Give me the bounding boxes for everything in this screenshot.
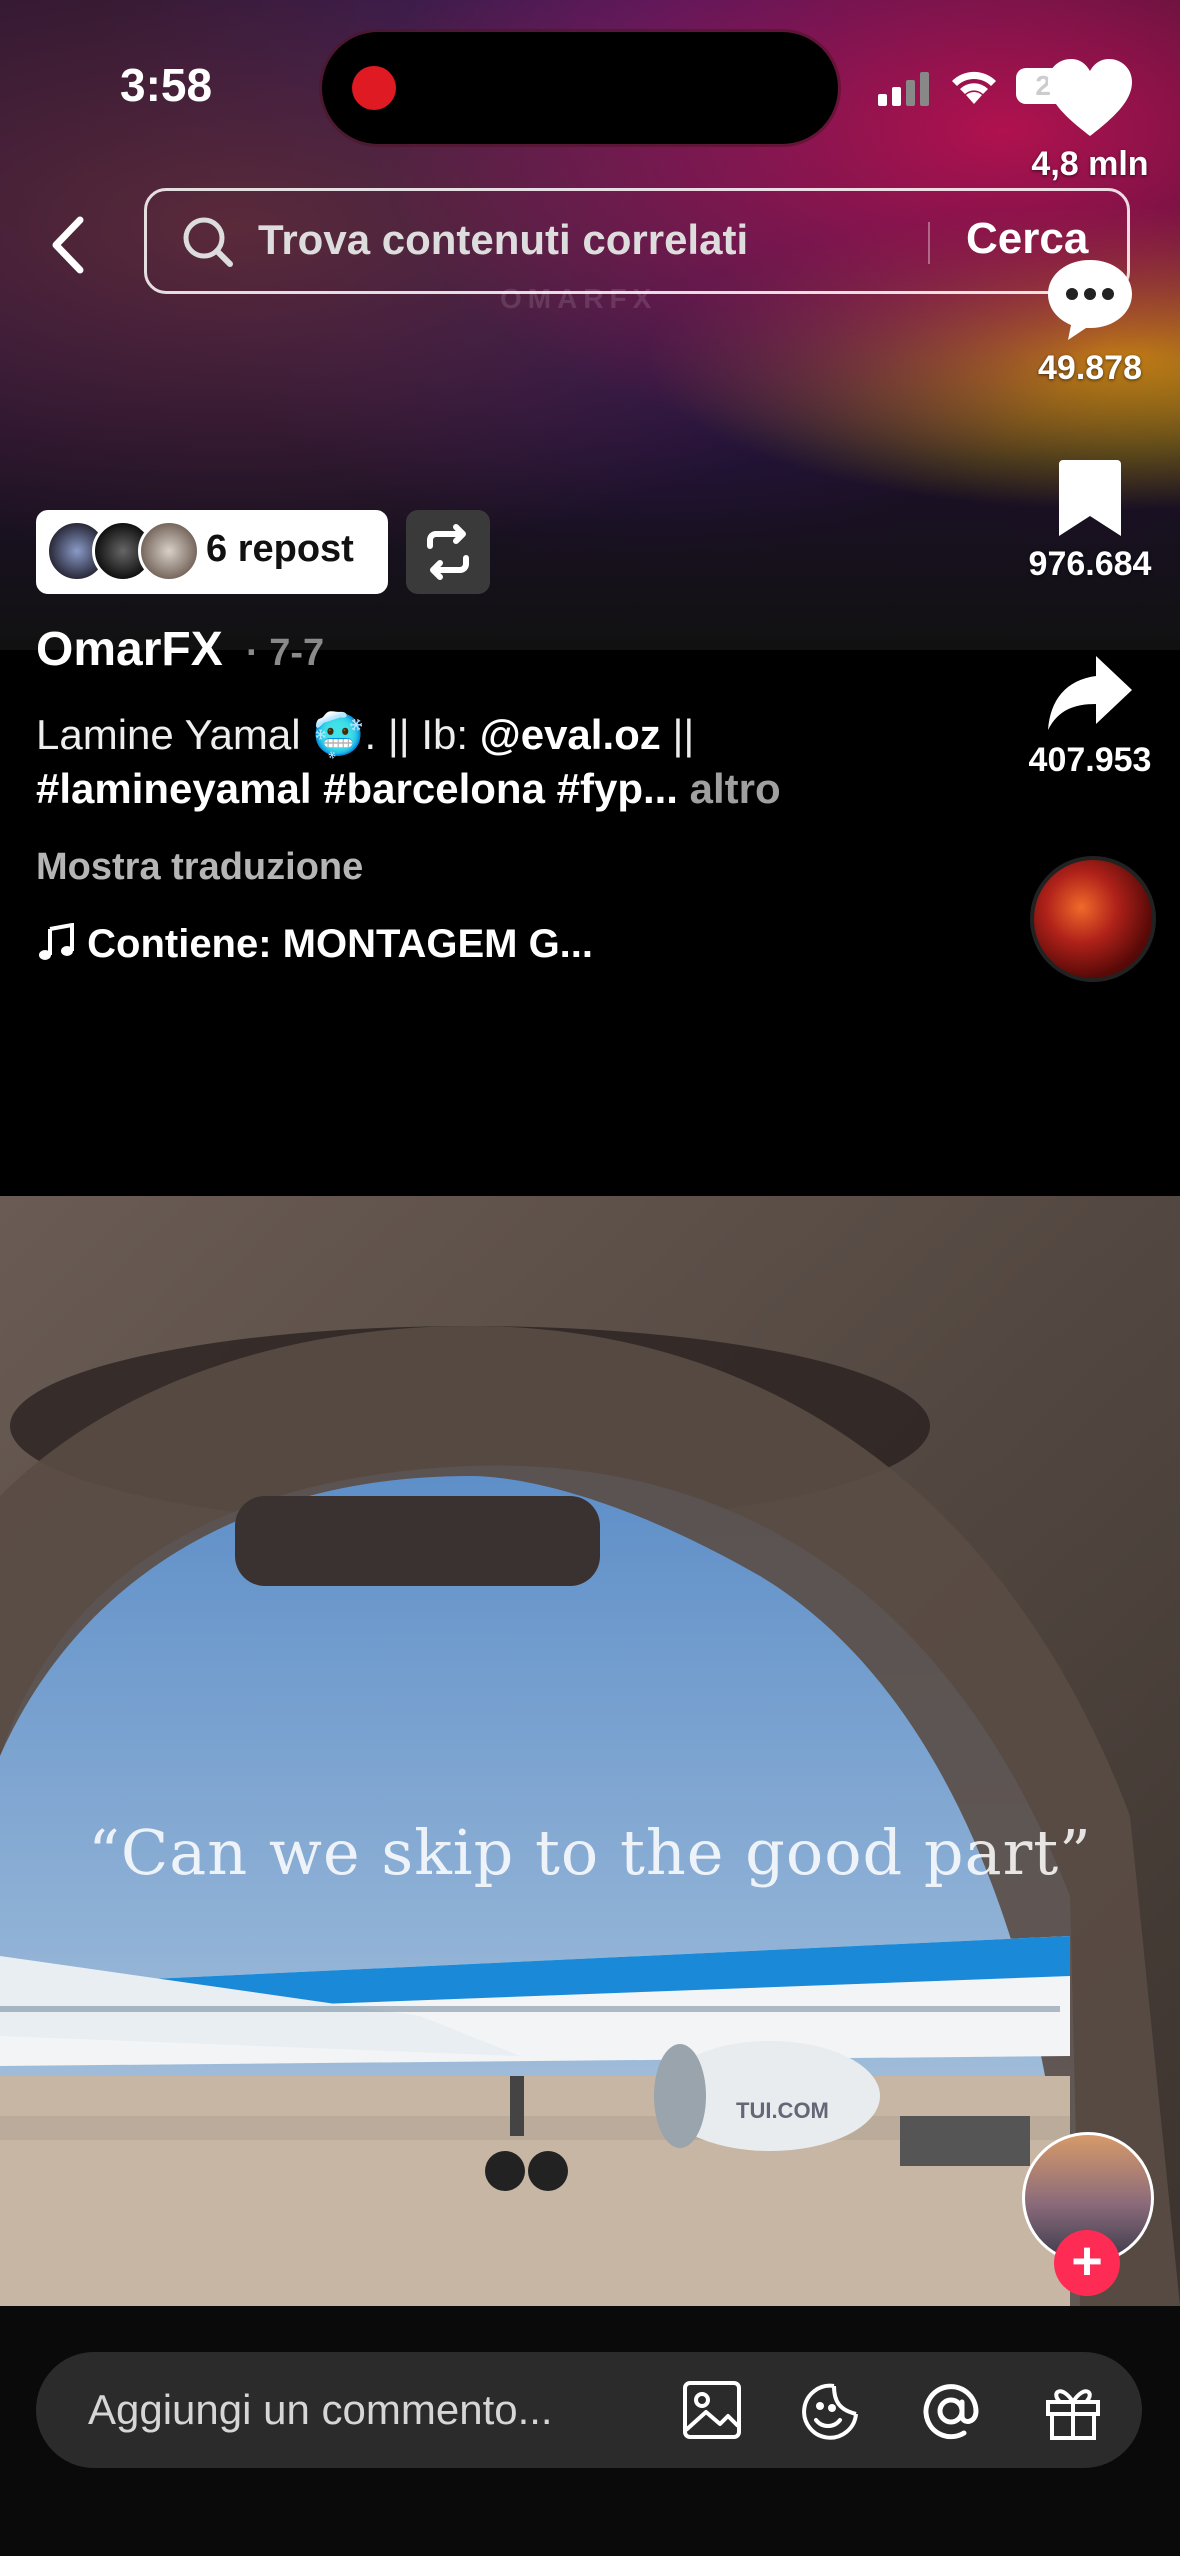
like-button[interactable]: 4,8 mln (990, 56, 1180, 184)
mention-icon[interactable] (918, 2378, 984, 2444)
recording-indicator-icon (352, 66, 396, 110)
repost-icon (427, 524, 469, 580)
repost-pill[interactable]: 6 repost (36, 510, 388, 594)
music-disc[interactable] (1030, 856, 1156, 982)
share-count: 407.953 (1028, 741, 1152, 779)
search-placeholder: Trova contenuti correlati (258, 216, 749, 263)
like-count: 4,8 mln (1031, 145, 1149, 183)
comment-placeholder: Aggiungi un commento... (88, 2386, 553, 2433)
save-count: 976.684 (1028, 545, 1152, 583)
music-info[interactable]: Contiene: MONTAGEM G... (36, 922, 593, 967)
search-divider (928, 222, 930, 264)
cellular-signal-icon (878, 72, 929, 106)
status-time: 3:58 (120, 59, 213, 111)
mention-link[interactable]: @eval.oz (480, 711, 661, 758)
heart-icon (1048, 59, 1132, 136)
reposter-avatar (138, 520, 200, 582)
next-video[interactable] (0, 1196, 1180, 2306)
translate-link[interactable]: Mostra traduzione (36, 846, 363, 889)
comment-count: 49.878 (1038, 349, 1142, 387)
author-name[interactable]: OmarFX (36, 622, 223, 677)
share-button[interactable]: 407.953 (990, 652, 1180, 780)
repost-button[interactable] (406, 510, 490, 594)
music-note-icon (39, 922, 74, 960)
post-caption[interactable]: Lamine Yamal 🥶. || Ib: @eval.oz || #lami… (36, 708, 986, 816)
gift-icon[interactable] (1040, 2378, 1106, 2444)
airplane-window-scene (0, 1196, 1180, 2306)
back-icon[interactable] (40, 210, 96, 280)
post-date: · 7-7 (246, 632, 325, 674)
bookmark-icon (1059, 460, 1121, 536)
emoji-icon[interactable] (798, 2378, 864, 2444)
caption-text: Lamine Yamal 🥶. || Ib: (36, 711, 480, 758)
plane-livery-text: TUI.COM (736, 2098, 829, 2123)
repost-count: 6 repost (206, 528, 354, 570)
music-title: Contiene: MONTAGEM G... (87, 922, 594, 966)
video-text-overlay: “Can we skip to the good part” (88, 1816, 1092, 1889)
dynamic-island (322, 32, 838, 144)
save-button[interactable]: 976.684 (990, 456, 1180, 584)
more-link[interactable]: altro (690, 765, 781, 812)
comment-button[interactable]: 49.878 (990, 256, 1180, 388)
comment-icon (1048, 260, 1132, 340)
image-icon[interactable] (680, 2378, 744, 2442)
search-icon (183, 217, 233, 267)
follow-button[interactable]: + (1054, 2230, 1120, 2296)
caption-text: || (660, 711, 695, 758)
hashtags[interactable]: #lamineyamal #barcelona #fyp... (36, 765, 678, 812)
plus-icon: + (1071, 2231, 1103, 2291)
share-icon (1048, 656, 1132, 730)
